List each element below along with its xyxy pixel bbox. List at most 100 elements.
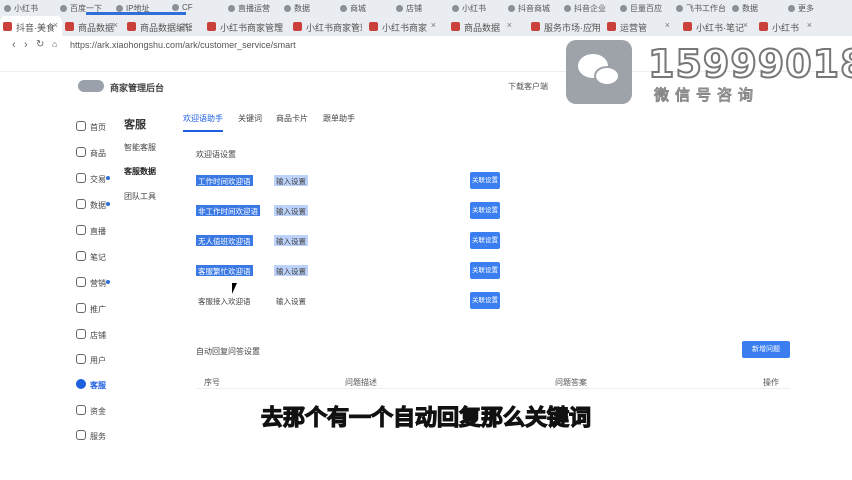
sidebar-item-label: 推广 [90, 305, 106, 314]
tab-favicon-icon [531, 22, 540, 31]
sidebar-item-icon [76, 379, 86, 389]
app-title: 商家管理后台 [110, 83, 165, 93]
bookmark-item[interactable]: 数据 [284, 3, 310, 14]
tab-favicon-icon [3, 22, 12, 31]
reload-icon[interactable]: ↻ [36, 39, 44, 50]
browser-tab[interactable]: 小红书商家 × [366, 16, 440, 36]
subnav-item[interactable]: 团队工具 [124, 191, 156, 202]
tab-close-icon[interactable]: × [353, 20, 358, 30]
rule-input-setting[interactable]: 输入设置 [274, 235, 308, 246]
tab-label: 商品数据 [464, 23, 501, 33]
bookmark-item[interactable]: 直播运营 [228, 3, 270, 14]
subnav-item[interactable]: 智能客服 [124, 142, 156, 153]
tab-favicon-icon [451, 22, 460, 31]
tab-close-icon[interactable]: × [53, 20, 58, 30]
welcome-section-title: 欢迎语设置 [196, 150, 236, 159]
browser-tab[interactable]: 运营管 × [604, 16, 674, 36]
download-client-link[interactable]: 下载客户端 [508, 81, 548, 92]
content-tab[interactable]: 关键词 [238, 113, 262, 130]
wechat-overlay: 15999018 微信号咨询 [566, 40, 852, 105]
table-column-header: 操作 [763, 378, 779, 387]
browser-tab[interactable]: 抖音·美食 × [0, 16, 62, 36]
bookmark-item[interactable]: 抖音企业 [564, 3, 606, 14]
sidebar-item-label: 用户 [90, 356, 106, 365]
sidebar-item[interactable]: 客服 [70, 376, 120, 392]
bookmark-label: IP地址 [126, 4, 150, 13]
bookmark-item[interactable]: CF [172, 3, 193, 12]
bookmark-item[interactable]: IP地址 [116, 3, 150, 14]
tab-close-icon[interactable]: × [113, 20, 118, 30]
content-tab[interactable]: 商品卡片 [276, 113, 308, 130]
bookmark-label: 飞书工作台 [686, 4, 726, 13]
mouse-cursor-icon [232, 283, 241, 294]
back-icon[interactable]: ‹ [12, 39, 16, 51]
tab-close-icon[interactable]: × [743, 20, 748, 30]
bookmark-item[interactable]: 巨量百应 [620, 3, 662, 14]
bookmark-item[interactable]: 店铺 [396, 3, 422, 14]
rule-input-setting[interactable]: 输入设置 [274, 265, 308, 276]
content-tab[interactable]: 跟单助手 [323, 113, 355, 130]
bookmark-label: 小红书 [14, 4, 38, 13]
rule-input-setting[interactable]: 输入设置 [274, 175, 308, 186]
add-question-button[interactable]: 新增问题 [742, 341, 790, 358]
tab-close-icon[interactable]: × [507, 20, 512, 30]
sidebar-item[interactable]: 数据 [70, 196, 120, 212]
bookmark-icon [340, 5, 347, 12]
subnav-item[interactable]: 客服数据 [124, 166, 156, 177]
sidebar-item[interactable]: 推广 [70, 300, 120, 316]
bookmark-label: 百度一下 [70, 4, 102, 13]
browser-tab[interactable]: 小红书 × [756, 16, 816, 36]
sidebar-item[interactable]: 用户 [70, 351, 120, 367]
bookmark-item[interactable]: 更多 [788, 3, 814, 14]
rule-link-button[interactable]: 关联设置 [470, 172, 500, 189]
notification-dot [106, 176, 110, 180]
rule-input-setting[interactable]: 输入设置 [274, 295, 308, 306]
wechat-number: 15999018 [647, 41, 852, 87]
rule-input-setting[interactable]: 输入设置 [274, 205, 308, 216]
browser-tab[interactable]: 服务市场·应用 × [528, 16, 600, 36]
bookmark-item[interactable]: 数据 [732, 3, 758, 14]
sidebar-item[interactable]: 店铺 [70, 326, 120, 342]
bookmark-icon [508, 5, 515, 12]
rule-link-button[interactable]: 关联设置 [470, 262, 500, 279]
browser-tab[interactable]: 小红书商家管理× [290, 16, 362, 36]
bookmark-icon [452, 5, 459, 12]
rule-link-button[interactable]: 关联设置 [470, 232, 500, 249]
browser-tab[interactable]: 商品数据编辑 × [124, 16, 192, 36]
bookmark-item[interactable]: 百度一下 [60, 3, 102, 14]
forward-icon[interactable]: › [24, 39, 28, 51]
tab-label: 小红书商家 [382, 23, 428, 33]
tab-close-icon[interactable]: × [807, 20, 812, 30]
browser-tab[interactable]: 商品数据 × [62, 16, 122, 36]
bookmark-item[interactable]: 小红书 [4, 3, 38, 14]
bookmark-item[interactable]: 小红书 [452, 3, 486, 14]
bookmark-item[interactable]: 飞书工作台 [676, 3, 726, 14]
tab-close-icon[interactable]: × [183, 20, 188, 30]
sidebar-item[interactable]: 首页 [70, 118, 120, 134]
rule-link-button[interactable]: 关联设置 [470, 292, 500, 309]
tab-close-icon[interactable]: × [665, 20, 670, 30]
browser-tab[interactable]: 小红书·笔记 × [680, 16, 752, 36]
home-icon[interactable]: ⌂ [52, 39, 57, 49]
bookmark-item[interactable]: 抖音商城 [508, 3, 550, 14]
browser-tab[interactable]: 商品数据 × [448, 16, 516, 36]
bookmark-icon [732, 5, 739, 12]
sidebar-item[interactable]: 营销 [70, 274, 120, 290]
bookmark-icon [116, 5, 123, 12]
bookmark-icon [228, 5, 235, 12]
sidebar-item[interactable]: 商品 [70, 144, 120, 160]
sidebar-item[interactable]: 交易 [70, 170, 120, 186]
sidebar-item[interactable]: 笔记 [70, 248, 120, 264]
browser-tab[interactable]: 小红书商家管理× [204, 16, 284, 36]
tab-close-icon[interactable]: × [275, 20, 280, 30]
content-tab[interactable]: 欢迎语助手 [183, 113, 223, 132]
url-field[interactable]: https://ark.xiaohongshu.com/ark/customer… [70, 40, 296, 50]
tab-close-icon[interactable]: × [591, 20, 596, 30]
rule-link-button[interactable]: 关联设置 [470, 202, 500, 219]
sidebar-item[interactable]: 直播 [70, 222, 120, 238]
bookmark-item[interactable]: 商城 [340, 3, 366, 14]
auto-reply-section-title: 自动回复问答设置 [196, 347, 260, 356]
sidebar-item-label: 笔记 [90, 253, 106, 262]
tab-close-icon[interactable]: × [431, 20, 436, 30]
tab-label: 小红书 [772, 23, 800, 33]
